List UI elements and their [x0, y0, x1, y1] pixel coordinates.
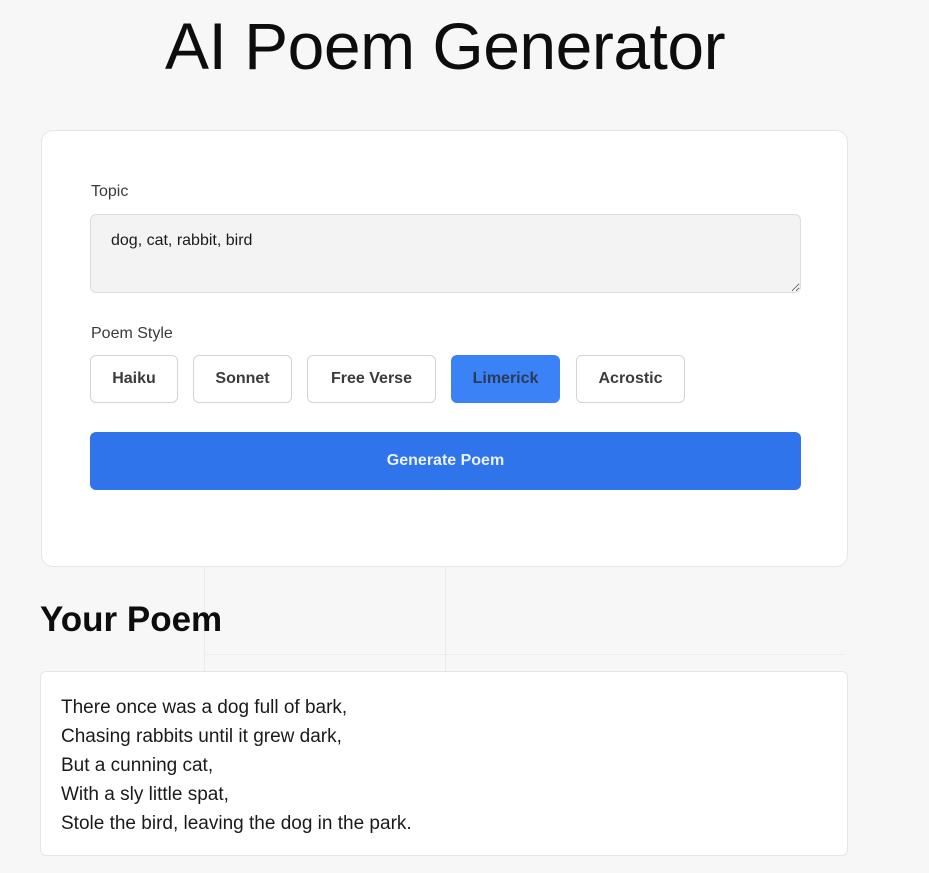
- background-grid-line: [445, 567, 446, 671]
- poem-line: With a sly little spat,: [61, 784, 229, 805]
- poem-line: Stole the bird, leaving the dog in the p…: [61, 813, 412, 834]
- style-button-acrostic[interactable]: Acrostic: [576, 355, 685, 403]
- generate-poem-button[interactable]: Generate Poem: [90, 432, 801, 490]
- style-button-limerick[interactable]: Limerick: [451, 355, 560, 403]
- poem-line: There once was a dog full of bark,: [61, 697, 348, 718]
- poem-style-label: Poem Style: [91, 325, 173, 342]
- poem-output-card: There once was a dog full of bark, Chasi…: [40, 671, 848, 856]
- poem-line: Chasing rabbits until it grew dark,: [61, 726, 342, 747]
- poem-form-card: Topic dog, cat, rabbit, bird Poem Style …: [41, 130, 848, 567]
- topic-label: Topic: [91, 183, 129, 200]
- poem-heading: Your Poem: [40, 600, 223, 639]
- page-title: AI Poem Generator: [164, 9, 726, 83]
- style-button-haiku[interactable]: Haiku: [90, 355, 178, 403]
- style-button-free-verse[interactable]: Free Verse: [307, 355, 436, 403]
- topic-input[interactable]: dog, cat, rabbit, bird: [90, 214, 801, 293]
- poem-line: But a cunning cat,: [61, 755, 214, 776]
- background-grid-line: [204, 654, 844, 655]
- style-button-sonnet[interactable]: Sonnet: [193, 355, 292, 403]
